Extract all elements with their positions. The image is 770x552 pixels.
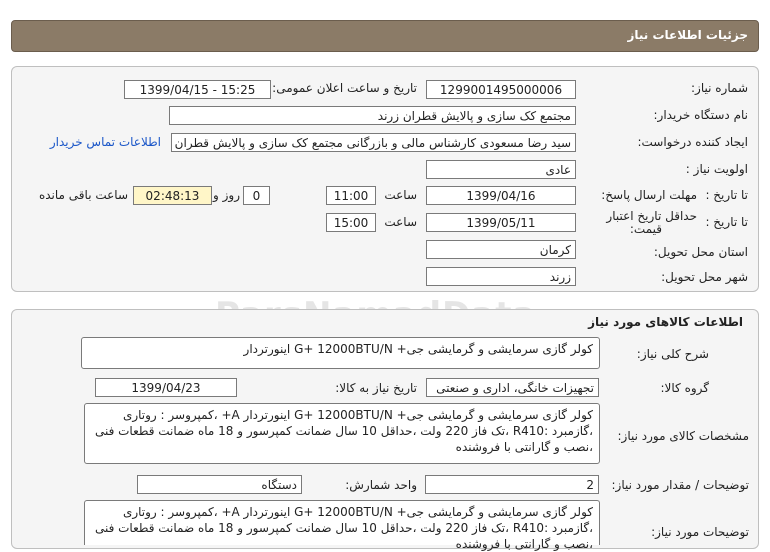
quantity-label: توضیحات / مقدار مورد نیاز:: [611, 478, 750, 492]
need-date-label: تاریخ نیاز به کالا:: [335, 381, 417, 395]
price-to-date-label: تا تاریخ :: [705, 215, 748, 229]
buyer-org-field: مجتمع کک سازی و پالایش قطران زرند: [169, 106, 576, 125]
city-label: شهر محل تحویل:: [661, 270, 748, 284]
buyer-org-label: نام دستگاه خریدار:: [653, 108, 749, 122]
deadline-date-field: 1399/04/16: [426, 186, 576, 205]
notes-field: کولر گازی سرمایشی و گرمایشی جی+ G+ 12000…: [84, 500, 600, 551]
announce-datetime-field: 1399/04/15 - 15:25: [124, 80, 271, 99]
price-time-label: ساعت: [384, 215, 417, 229]
price-validity-time-field: 15:00: [326, 213, 376, 232]
price-validity-date-field: 1399/05/11: [426, 213, 576, 232]
remaining-days-label: روز و: [213, 188, 240, 202]
province-label: استان محل تحویل:: [653, 245, 748, 259]
general-desc-label: شرح کلی نیاز:: [636, 347, 709, 361]
general-desc-field: کولر گازی سرمایشی و گرمایشی جی+ G+ 12000…: [81, 337, 600, 369]
specs-field: کولر گازی سرمایشی و گرمایشی جی+ G+ 12000…: [84, 403, 600, 464]
specs-label: مشخصات کالای مورد نیاز:: [617, 429, 749, 443]
unit-label: واحد شمارش:: [345, 478, 417, 492]
price-validity-label-line2: قیمت:: [629, 222, 662, 236]
page-title: جزئیات اطلاعات نیاز: [627, 28, 748, 42]
deadline-label: مهلت ارسال پاسخ:: [601, 188, 697, 202]
buyer-contact-link[interactable]: اطلاعات تماس خریدار: [50, 135, 161, 149]
province-field: کرمان: [426, 240, 576, 259]
goods-group-label: گروه کالا:: [660, 381, 710, 395]
goods-group-field: تجهیزات خانگی، اداری و صنعتی: [426, 378, 599, 397]
priority-label: اولویت نیاز :: [685, 162, 748, 176]
deadline-to-date-label: تا تاریخ :: [705, 188, 748, 202]
quantity-field: 2: [425, 475, 599, 494]
price-validity-label-line1: حداقل تاریخ اعتبار: [606, 209, 697, 223]
need-number-field: 1299001495000006: [426, 80, 576, 99]
remaining-time-label: ساعت باقی مانده: [38, 188, 128, 202]
requester-field: سید رضا مسعودی کارشناس مالی و بازرگانی م…: [171, 133, 576, 152]
notes-label: توضیحات مورد نیاز:: [651, 525, 749, 539]
priority-field: عادی: [426, 160, 576, 179]
goods-section-title: اطلاعات کالاهای مورد نیاز: [588, 315, 743, 329]
deadline-time-label: ساعت: [384, 188, 417, 202]
deadline-time-field: 11:00: [326, 186, 376, 205]
remaining-days-field: 0: [243, 186, 270, 205]
city-field: زرند: [426, 267, 576, 286]
need-number-label: شماره نیاز:: [691, 81, 748, 95]
requester-label: ایجاد کننده درخواست:: [637, 135, 748, 149]
remaining-time-field: 02:48:13: [133, 186, 212, 205]
announce-datetime-label: تاریخ و ساعت اعلان عمومی:: [272, 81, 417, 95]
unit-field: دستگاه: [137, 475, 302, 494]
need-info-panel: [11, 66, 759, 292]
need-date-field: 1399/04/23: [95, 378, 237, 397]
